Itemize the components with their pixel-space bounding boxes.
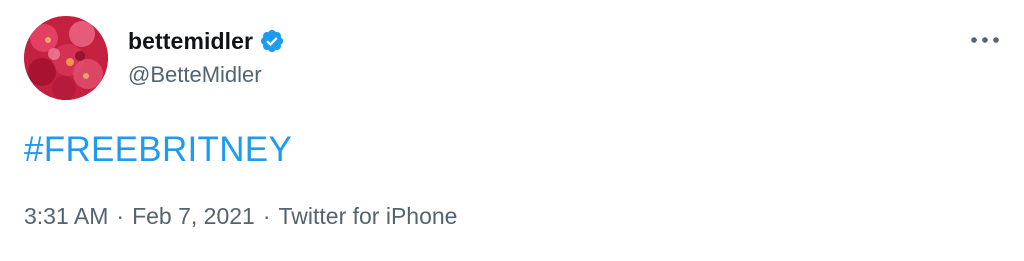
verified-badge-icon: [259, 28, 285, 54]
name-row: bettemidler: [128, 24, 285, 58]
user-handle[interactable]: @BetteMidler: [128, 62, 285, 88]
display-name[interactable]: bettemidler: [128, 28, 253, 55]
avatar-flower-image: [24, 16, 108, 100]
tweet-text: #FREEBRITNEY: [24, 128, 292, 172]
author-block: bettemidler @BetteMidler: [128, 24, 285, 88]
tweet-source[interactable]: Twitter for iPhone: [279, 203, 458, 230]
hashtag-link[interactable]: #FREEBRITNEY: [24, 130, 292, 169]
tweet-metadata: 3:31 AM · Feb 7, 2021 · Twitter for iPho…: [24, 203, 457, 230]
separator: ·: [116, 203, 125, 229]
avatar[interactable]: [24, 16, 108, 100]
tweet-time[interactable]: 3:31 AM: [24, 203, 108, 230]
separator: ·: [262, 203, 271, 229]
tweet-date[interactable]: Feb 7, 2021: [132, 203, 255, 230]
more-options-icon[interactable]: [968, 26, 1002, 54]
tweet-card: bettemidler @BetteMidler #FREEBRITNEY 3:…: [0, 0, 1024, 261]
